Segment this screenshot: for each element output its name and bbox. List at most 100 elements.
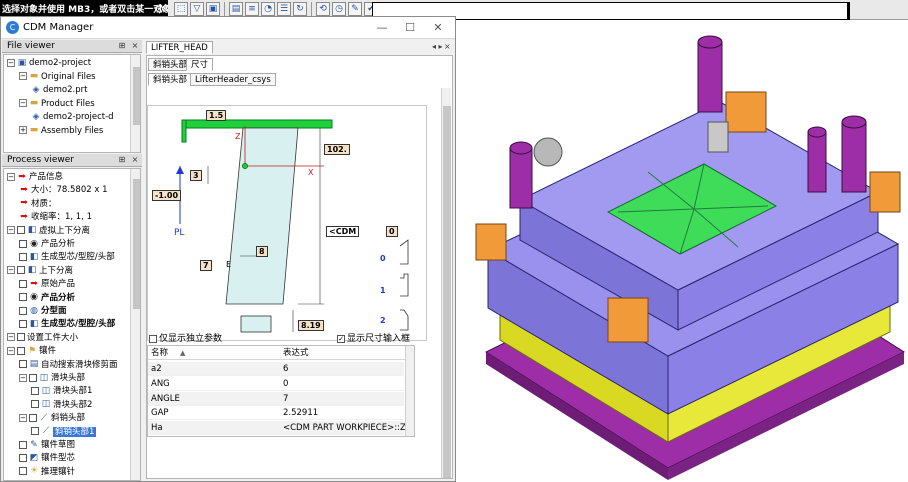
process-checkbox[interactable] [31, 427, 39, 436]
rotate-icon[interactable]: ⟲ [316, 2, 330, 16]
variant-2-label[interactable]: 2 [380, 316, 386, 325]
graph-icon[interactable]: ◔ [261, 2, 275, 16]
process-tree-item[interactable]: − ◫ 滑块头部 [19, 372, 85, 385]
process-tree-item[interactable]: ◫ 滑块头部1 [31, 385, 92, 398]
window-titlebar[interactable]: C CDM Manager — ☐ ✕ [1, 17, 455, 39]
process-checkbox[interactable] [29, 373, 37, 382]
column-name-header[interactable]: 名称 [151, 346, 168, 360]
process-checkbox[interactable] [17, 333, 25, 342]
process-tree-item[interactable]: ➡ 材质： [19, 198, 56, 211]
dim-zero-field[interactable]: 0 [386, 226, 398, 237]
dim-bottom-field[interactable]: 8.19 [298, 320, 324, 331]
process-tree-item[interactable]: ◉ 产品分析 [19, 292, 75, 305]
file-tree-item[interactable]: ◈ demo2-project-d [31, 111, 114, 124]
process-checkbox[interactable] [19, 279, 27, 288]
expand-toggle-icon[interactable]: − [7, 346, 15, 355]
expand-toggle-icon[interactable]: − [7, 333, 15, 342]
process-checkbox[interactable] [17, 226, 25, 235]
table-row[interactable]: Ha <CDM PART WORKPIECE>::Z2... [148, 421, 413, 436]
process-tree-item[interactable]: − 设置工件大小 [7, 332, 78, 345]
process-tree-item[interactable]: ◧ 生成型芯/型腔/头部 [19, 318, 115, 331]
process-checkbox[interactable] [31, 386, 39, 395]
param-expression[interactable]: 0 [283, 377, 413, 391]
sort-up-icon[interactable]: ▲ [180, 346, 185, 360]
expand-toggle-icon[interactable]: − [7, 58, 15, 67]
file-tree-item[interactable]: + ▬ Assembly Files [19, 125, 103, 138]
close-icon[interactable]: × [130, 41, 140, 51]
process-tree-item[interactable]: ✎ 镶件草图 [19, 439, 75, 452]
process-tree-item[interactable]: ➡ 原始产品 [19, 278, 75, 291]
close-icon[interactable]: × [130, 155, 140, 165]
scrollbar-thumb[interactable] [133, 179, 140, 309]
refresh-icon[interactable]: ↻ [293, 2, 307, 16]
process-checkbox[interactable] [19, 319, 27, 328]
process-tree-item[interactable]: ☀ 推理镶针 [19, 466, 75, 479]
dim-minus-field[interactable]: -1.00 [152, 190, 182, 201]
layers-icon[interactable]: ≡ [245, 2, 259, 16]
param-expression[interactable]: 6 [283, 362, 413, 376]
file-tree-item[interactable]: − ▬ Product Files [19, 98, 95, 111]
process-tree-item[interactable]: ◩ 镶件型芯 [19, 452, 75, 465]
table-row[interactable]: a2 6 [148, 362, 404, 376]
file-tree-item[interactable]: ◈ demo2.prt [31, 84, 88, 97]
process-tree-item[interactable]: − ◧ 上下分离 [7, 265, 73, 278]
note-icon[interactable]: ✎ [348, 2, 362, 16]
only-independent-option[interactable]: 仅显示独立参数 [149, 331, 222, 344]
process-checkbox[interactable] [17, 346, 25, 355]
dim-height-field[interactable]: 102. [324, 144, 350, 155]
param-expression[interactable]: 7 [283, 392, 413, 406]
process-tree-item[interactable]: ➡ 大小：78.5802 x 1 [19, 184, 107, 197]
minimize-button[interactable]: — [369, 19, 395, 37]
dim-angle-field[interactable]: 8 [256, 246, 268, 257]
subtab-lifter-csys[interactable]: LifterHeader_csys [190, 73, 276, 86]
tab-dimensions[interactable]: 尺寸 [186, 58, 214, 71]
process-checkbox[interactable] [29, 413, 37, 422]
process-tree-item[interactable]: ▤ 自动搜索滑块修剪面 [19, 359, 118, 372]
pin-icon[interactable]: ⊞ [117, 41, 127, 51]
variant-0-label[interactable]: 0 [380, 254, 386, 263]
only-independent-checkbox[interactable] [149, 334, 157, 343]
process-tree-item[interactable]: − ➡ 产品信息 [7, 171, 63, 184]
folder-icon[interactable]: ▤ [229, 2, 243, 16]
table-row[interactable]: ANGLE 7 [148, 391, 404, 406]
process-checkbox[interactable] [17, 266, 25, 275]
process-tree-item[interactable]: ◍ 分型面 [19, 305, 67, 318]
table-row[interactable]: ANG 0 [148, 377, 404, 391]
show-dim-input-checkbox[interactable]: ✓ [337, 334, 345, 343]
column-expression-header[interactable]: 表达式 [283, 346, 413, 360]
close-icon[interactable]: × [444, 42, 451, 51]
scrollbar-thumb[interactable] [443, 106, 451, 478]
select-icon[interactable]: ⬚ [174, 2, 188, 16]
file-tree-item[interactable]: − ▬ Original Files [19, 71, 96, 84]
tab-lifter-head[interactable]: LIFTER_HEAD [146, 41, 213, 54]
expand-toggle-icon[interactable]: − [19, 373, 27, 382]
filter-icon[interactable]: ▽ [190, 2, 204, 16]
param-expression[interactable]: <CDM PART WORKPIECE>::Z2... [283, 421, 413, 435]
process-checkbox[interactable] [19, 360, 27, 369]
tab-scroll-arrows[interactable]: ◂ ▸ [432, 42, 443, 51]
process-checkbox[interactable] [19, 252, 27, 261]
variant-1-label[interactable]: 1 [380, 286, 386, 295]
process-checkbox[interactable] [19, 453, 27, 462]
subtab-lifter[interactable]: 斜销头部 [148, 73, 193, 86]
3d-model-viewport[interactable] [458, 22, 908, 482]
show-dim-input-option[interactable]: ✓ 显示尺寸输入框 [337, 331, 410, 344]
process-tree-item[interactable]: ◫ 滑块头部2 [31, 399, 92, 412]
file-tree-scrollbar[interactable] [130, 55, 140, 152]
process-checkbox[interactable] [31, 400, 39, 409]
expand-toggle-icon[interactable]: − [7, 226, 15, 235]
process-tree-item[interactable]: ◧ 生成型芯/型腔/头部 [19, 251, 115, 264]
expand-toggle-icon[interactable]: − [19, 72, 27, 80]
dim-offset-field[interactable]: 3 [190, 170, 202, 181]
expand-toggle-icon[interactable]: − [7, 172, 15, 181]
param-expression[interactable]: 2.52911 [283, 406, 413, 420]
list-icon[interactable]: ☰ [277, 2, 291, 16]
process-checkbox[interactable] [19, 306, 27, 315]
expand-toggle-icon[interactable]: − [7, 266, 15, 275]
close-button[interactable]: ✕ [425, 19, 451, 37]
process-tree-item[interactable]: ◉ 产品分析 [19, 238, 75, 251]
process-tree-item[interactable]: ⟋ 斜销头部1 [31, 426, 97, 439]
process-tree-item[interactable]: − ⚑ 镶件 [7, 345, 56, 358]
process-tree-item[interactable]: − ⟋ 斜销头部 [19, 412, 85, 425]
table-row[interactable]: GAP 2.52911 [148, 406, 404, 421]
